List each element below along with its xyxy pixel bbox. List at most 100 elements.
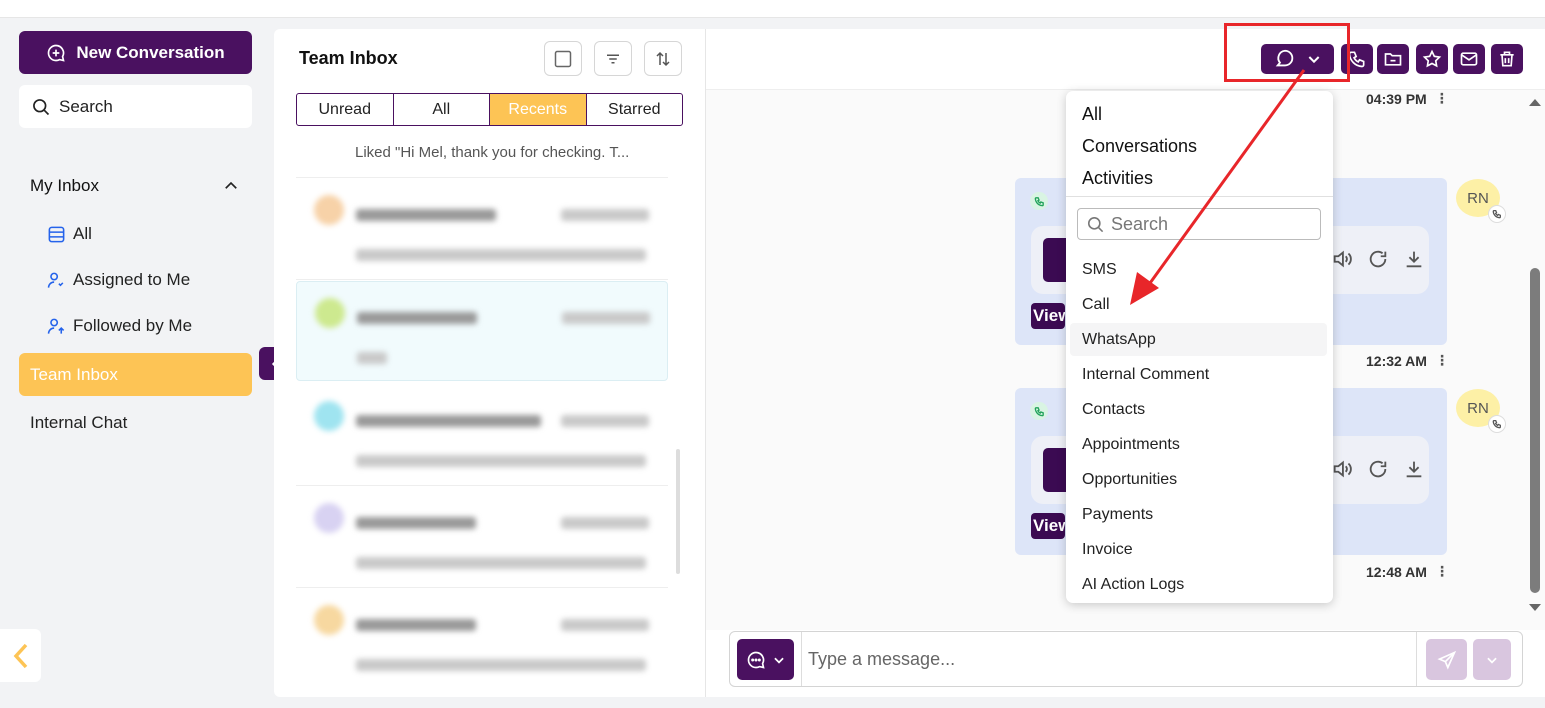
conversation-preview-text: Liked "Hi Mel, thank you for checking. T…	[355, 144, 630, 161]
dropdown-item-ai-action-logs[interactable]: AI Action Logs	[1070, 568, 1327, 601]
search-icon	[1087, 216, 1104, 232]
top-bar	[0, 0, 1545, 18]
sidebar-item-team-inbox[interactable]: Team Inbox	[19, 353, 252, 396]
sort-button[interactable]	[644, 41, 682, 76]
dropdown-option-conversations[interactable]: Conversations	[1082, 136, 1197, 157]
replay-icon[interactable]	[1367, 458, 1389, 480]
more-options-icon[interactable]: ⋮	[1435, 563, 1449, 580]
avatar	[315, 298, 345, 328]
tab-unread[interactable]: Unread	[297, 94, 394, 125]
replay-icon[interactable]	[1367, 248, 1389, 270]
volume-icon[interactable]	[1331, 248, 1353, 270]
my-inbox-section[interactable]: My Inbox	[30, 176, 240, 196]
message-composer: Type a message...	[729, 631, 1523, 687]
dropdown-item-payments[interactable]: Payments	[1070, 498, 1327, 531]
avatar-initials: RN	[1467, 189, 1489, 207]
list-item-selected[interactable]	[296, 281, 668, 381]
phone-badge-icon	[1488, 205, 1506, 223]
scroll-up-icon[interactable]	[1528, 96, 1542, 108]
scroll-down-icon[interactable]	[1528, 602, 1542, 614]
blurred-text	[356, 209, 496, 221]
select-all-checkbox[interactable]	[544, 41, 582, 76]
phone-call-icon	[1030, 402, 1048, 420]
back-button[interactable]	[0, 629, 41, 682]
divider	[1416, 632, 1417, 686]
audio-controls	[1331, 458, 1425, 480]
sidebar-item-all[interactable]: All	[47, 224, 92, 244]
dropdown-option-all[interactable]: All	[1082, 104, 1102, 125]
list-scrollbar[interactable]	[676, 449, 680, 574]
dropdown-item-internal-comment[interactable]: Internal Comment	[1070, 358, 1327, 391]
chevron-down-icon	[773, 657, 784, 664]
dropdown-item-whatsapp[interactable]: WhatsApp	[1070, 323, 1327, 356]
dropdown-item-call[interactable]: Call	[1070, 288, 1327, 321]
delete-button[interactable]	[1491, 44, 1523, 74]
dropdown-search-input[interactable]: Search	[1077, 208, 1321, 240]
mark-unread-button[interactable]	[1453, 44, 1485, 74]
message-input[interactable]: Type a message...	[808, 649, 955, 670]
thread-scrollbar[interactable]	[1528, 90, 1542, 630]
blurred-text	[561, 209, 649, 221]
list-item[interactable]	[296, 179, 668, 279]
dropdown-item-opportunities[interactable]: Opportunities	[1070, 463, 1327, 496]
conversation-list-panel: Team Inbox Unread All Recents Starred Li…	[274, 29, 706, 697]
download-icon[interactable]	[1403, 458, 1425, 480]
dropdown-item-contacts[interactable]: Contacts	[1070, 393, 1327, 426]
blurred-text	[561, 415, 649, 427]
message-type-selector[interactable]	[737, 639, 794, 680]
new-conversation-button[interactable]: New Conversation	[19, 31, 252, 74]
star-button[interactable]	[1416, 44, 1448, 74]
tab-starred[interactable]: Starred	[587, 94, 683, 125]
dropdown-item-invoice[interactable]: Invoice	[1070, 533, 1327, 566]
blurred-text	[561, 517, 649, 529]
more-options-icon[interactable]: ⋮	[1435, 90, 1449, 107]
send-button[interactable]	[1426, 639, 1467, 680]
tab-recents[interactable]: Recents	[490, 94, 587, 125]
sidebar-search[interactable]: Search	[19, 85, 252, 128]
avatar	[314, 605, 344, 635]
avatar	[314, 401, 344, 431]
blurred-text	[357, 312, 477, 324]
divider	[801, 632, 802, 686]
list-divider	[296, 177, 668, 178]
filter-button[interactable]	[594, 41, 632, 76]
sidebar-item-followed[interactable]: Followed by Me	[47, 316, 192, 336]
dropdown-item-appointments[interactable]: Appointments	[1070, 428, 1327, 461]
chevron-down-icon	[1487, 657, 1497, 664]
move-to-folder-button[interactable]	[1377, 44, 1409, 74]
dropdown-option-activities[interactable]: Activities	[1082, 168, 1153, 189]
sidebar-item-internal-chat[interactable]: Internal Chat	[30, 413, 127, 433]
chevron-up-icon[interactable]	[222, 177, 240, 195]
scrollbar-thumb[interactable]	[1530, 268, 1540, 593]
trash-icon	[1500, 51, 1514, 67]
volume-icon[interactable]	[1331, 458, 1353, 480]
channel-filter-dropdown: All Conversations Activities Search SMS …	[1066, 91, 1333, 603]
blurred-text	[562, 312, 650, 324]
list-item[interactable]	[296, 487, 668, 587]
dropdown-item-sms[interactable]: SMS	[1070, 253, 1327, 286]
view-button[interactable]: View	[1031, 513, 1065, 539]
more-options-icon[interactable]: ⋮	[1435, 352, 1449, 369]
my-inbox-label: My Inbox	[30, 176, 99, 195]
sidebar-item-assigned[interactable]: Assigned to Me	[47, 270, 190, 290]
audio-controls	[1331, 248, 1425, 270]
download-icon[interactable]	[1403, 248, 1425, 270]
tab-all[interactable]: All	[394, 94, 490, 125]
blurred-text	[356, 455, 646, 467]
message-time: 04:39 PM ⋮	[1366, 90, 1449, 107]
send-options-button[interactable]	[1473, 639, 1511, 680]
list-item[interactable]	[296, 385, 668, 485]
blurred-text	[357, 352, 387, 364]
phone-badge-icon	[1488, 415, 1506, 433]
blurred-text	[561, 619, 649, 631]
message-time-text: 12:48 AM	[1366, 563, 1427, 580]
view-button[interactable]: View	[1031, 303, 1065, 329]
sidebar-item-label: Assigned to Me	[73, 270, 191, 289]
user-follow-icon	[47, 318, 65, 334]
blurred-text	[356, 517, 476, 529]
avatar	[314, 195, 344, 225]
list-icon	[48, 226, 65, 242]
list-item[interactable]	[296, 589, 668, 689]
phone-icon	[1348, 51, 1365, 68]
star-icon	[1422, 49, 1442, 68]
